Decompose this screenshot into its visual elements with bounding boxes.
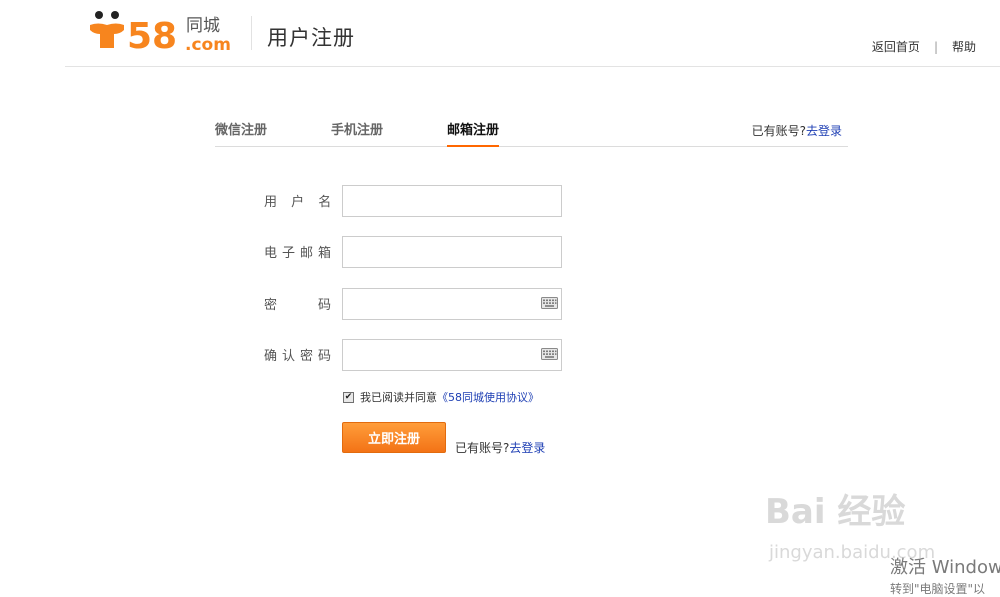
logo-divider	[251, 16, 252, 50]
bottom-login-link[interactable]: 去登录	[509, 441, 545, 455]
agreement-text: 我已阅读并同意	[360, 391, 437, 404]
link-separator: |	[933, 39, 938, 54]
register-button[interactable]: 立即注册	[342, 422, 446, 453]
confirm-password-input[interactable]	[342, 339, 562, 371]
password-label: 密 码	[264, 298, 337, 313]
bottom-login-text: 已有账号?	[455, 441, 510, 455]
tab-email-register[interactable]: 邮箱注册	[447, 119, 500, 147]
svg-text:58: 58	[127, 16, 177, 54]
page-title: 用户注册	[267, 26, 355, 50]
svg-text:.com: .com	[185, 35, 231, 54]
top-links: 返回首页 | 帮助	[872, 38, 976, 55]
windows-activation-notice: 激活 Window 转到"电脑设置"以	[890, 553, 1000, 597]
tab-phone-register[interactable]: 手机注册	[331, 119, 383, 145]
help-link[interactable]: 帮助	[952, 38, 976, 55]
keyboard-icon[interactable]	[541, 348, 558, 360]
back-home-link[interactable]: 返回首页	[872, 38, 920, 55]
email-label: 电子邮箱	[264, 246, 337, 261]
register-tabs: 微信注册 手机注册 邮箱注册 已有账号?去登录	[215, 110, 848, 147]
confirm-password-label: 确认密码	[264, 349, 337, 364]
baidu-watermark-text: Bai 经验	[765, 492, 906, 532]
agreement-link[interactable]: 《58同城使用协议》	[437, 389, 539, 405]
tab-login-link[interactable]: 去登录	[806, 124, 842, 138]
keyboard-icon[interactable]	[541, 297, 558, 309]
bottom-login-hint: 已有账号?去登录	[455, 439, 545, 456]
activation-title: 激活 Window	[890, 557, 1000, 578]
58-logo[interactable]: 58 同城 .com	[88, 8, 236, 54]
agreement-row: ✔ 我已阅读并同意 《58同城使用协议》	[343, 389, 539, 405]
email-input[interactable]	[342, 236, 562, 268]
header-divider	[65, 66, 1000, 67]
activation-subtitle: 转到"电脑设置"以	[890, 582, 986, 596]
username-input[interactable]	[342, 185, 562, 217]
username-label: 用 户 名	[264, 195, 337, 210]
agreement-checkbox[interactable]: ✔	[343, 391, 354, 403]
tab-login-hint: 已有账号?去登录	[752, 122, 842, 139]
password-input[interactable]	[342, 288, 562, 320]
login-hint-text: 已有账号?	[751, 124, 806, 138]
svg-text:同城: 同城	[186, 16, 220, 36]
tab-wechat-register[interactable]: 微信注册	[215, 119, 267, 145]
header: 58 同城 .com 用户注册 返回首页 | 帮助	[0, 0, 1000, 67]
